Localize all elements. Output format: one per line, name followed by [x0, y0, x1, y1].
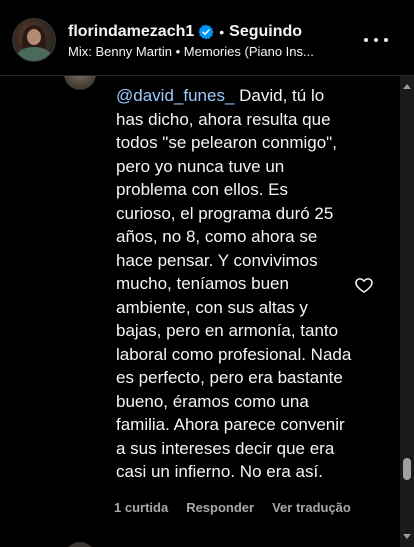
mention-link[interactable]: @david_funes_ — [116, 86, 234, 105]
profile-avatar[interactable] — [12, 18, 56, 62]
music-info-link[interactable]: Mix: Benny Martin • Memories (Piano Ins.… — [68, 44, 350, 59]
instagram-post-comments: florindamezach1 • Seguindo Mix: Benny Ma… — [0, 0, 414, 547]
commenter-avatar[interactable] — [64, 76, 96, 90]
following-button[interactable]: Seguindo — [229, 23, 302, 41]
heart-icon[interactable] — [354, 275, 374, 295]
comment-actions: 1 curtida Responder Ver tradução — [114, 500, 351, 515]
more-options-icon[interactable] — [364, 28, 388, 52]
scroll-down-arrow-icon[interactable] — [403, 534, 411, 539]
username-link[interactable]: florindamezach1 — [68, 23, 194, 41]
verified-badge-icon — [198, 24, 214, 40]
comment-thread: @david_funes_ David, tú lo has dicho, ah… — [0, 76, 414, 547]
next-commenter-avatar[interactable] — [64, 542, 96, 547]
comment-text: David, tú lo has dicho, ahora resulta qu… — [116, 86, 352, 481]
scrollbar[interactable] — [400, 76, 414, 547]
scroll-up-arrow-icon[interactable] — [403, 84, 411, 89]
see-translation-button[interactable]: Ver tradução — [272, 500, 351, 515]
reply-button[interactable]: Responder — [186, 500, 254, 515]
username-row: florindamezach1 • Seguindo — [68, 22, 302, 42]
post-header: florindamezach1 • Seguindo Mix: Benny Ma… — [0, 0, 414, 76]
comment-body: @david_funes_ David, tú lo has dicho, ah… — [116, 84, 352, 484]
separator-dot: • — [219, 24, 225, 40]
scrollbar-thumb[interactable] — [403, 458, 411, 480]
likes-count-button[interactable]: 1 curtida — [114, 500, 168, 515]
